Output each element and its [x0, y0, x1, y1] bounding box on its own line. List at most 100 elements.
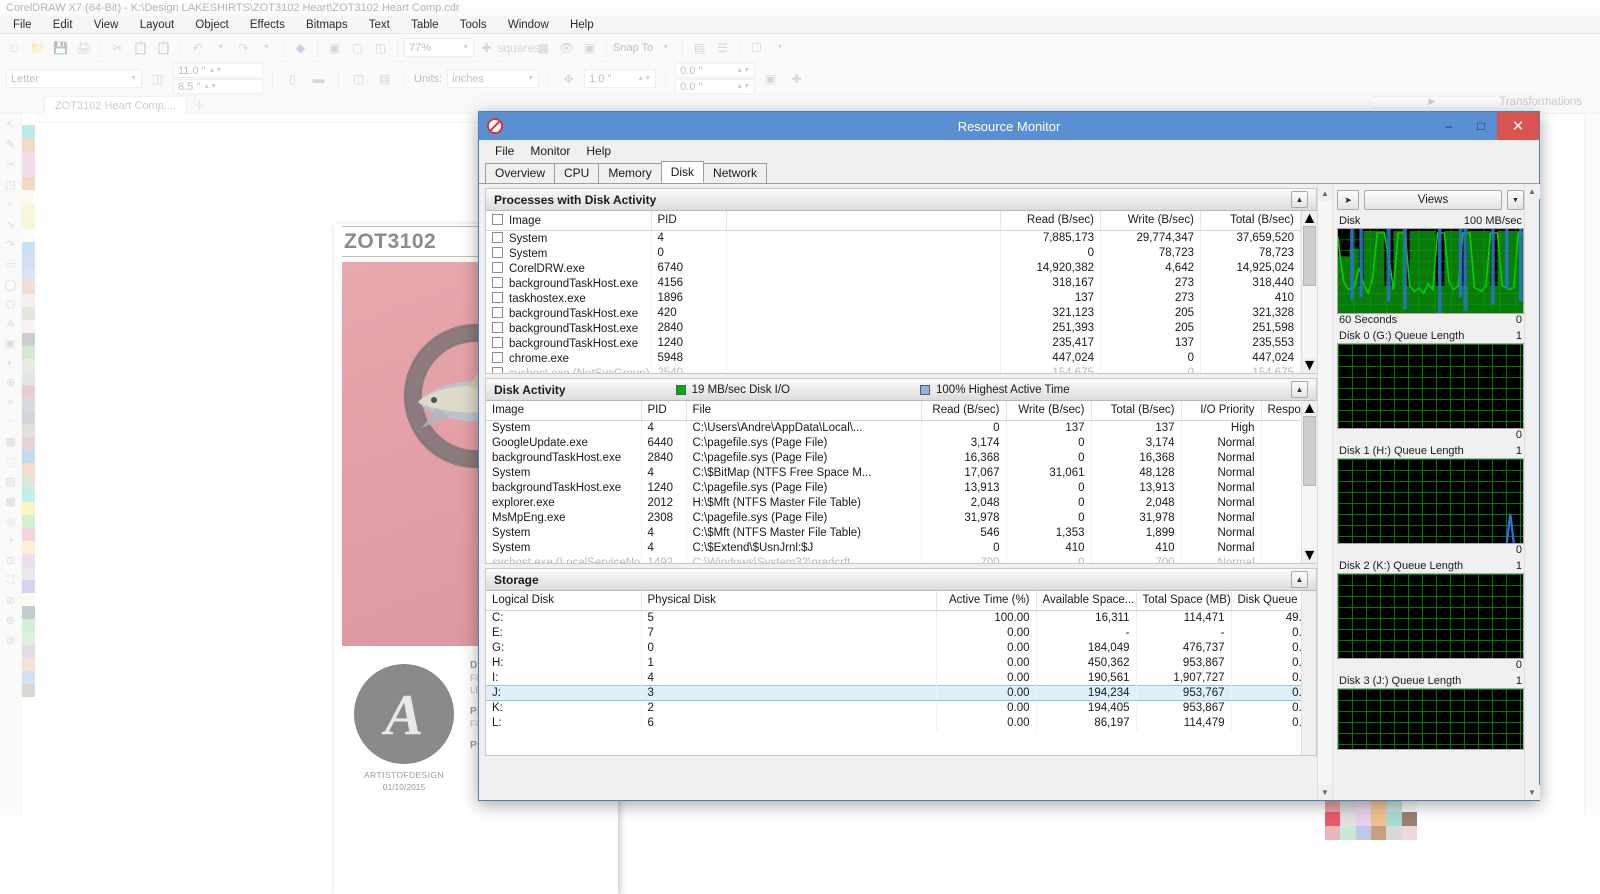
toolbox-tool-icon[interactable]: ⛶ — [7, 574, 15, 587]
status-color-swatch[interactable] — [1402, 826, 1417, 840]
palette-swatch[interactable] — [22, 164, 35, 177]
palette-swatch[interactable] — [22, 385, 35, 398]
menu-tools[interactable]: Tools — [451, 16, 496, 34]
toolbox-tool-icon[interactable]: ⬚ — [5, 455, 15, 468]
palette-swatch[interactable] — [22, 567, 35, 580]
palette-swatch[interactable] — [22, 424, 35, 437]
views-button[interactable]: Views — [1364, 190, 1502, 210]
table-row[interactable]: svchost.exe (LocalServiceNoNet1492C:\Win… — [486, 556, 1301, 564]
toolbox-tool-icon[interactable]: ✎ — [6, 138, 15, 151]
palette-swatch[interactable] — [22, 541, 35, 554]
collapse-chevron-icon[interactable]: ▲ — [1291, 191, 1308, 208]
table-row[interactable]: System4C:\Users\Andre\AppData\Local\...0… — [486, 421, 1301, 436]
table-row[interactable]: svchost.exe (NetSvcGroup)2540154,6750154… — [486, 366, 1301, 374]
toolbox-tool-icon[interactable]: ⊛ — [6, 614, 15, 627]
menu-table[interactable]: Table — [402, 16, 448, 34]
col-write[interactable]: Write (B/sec) — [1006, 401, 1091, 420]
toolbox-tool-icon[interactable]: ∿ — [6, 218, 15, 231]
tab-overview[interactable]: Overview — [485, 163, 555, 183]
page-size-combo[interactable]: Letter ▼ — [6, 69, 142, 88]
collapse-chevron-icon[interactable]: ▲ — [1291, 381, 1308, 398]
toolbox-tool-icon[interactable]: ↷ — [6, 238, 15, 251]
col-image[interactable]: Image — [486, 401, 641, 420]
palette-swatch[interactable] — [22, 515, 35, 528]
palette-swatch[interactable] — [22, 463, 35, 476]
palette-swatch[interactable] — [22, 294, 35, 307]
processes-vertical-scrollbar[interactable]: ▲ ▼ — [1301, 211, 1316, 373]
storage-panel-header[interactable]: Storage ▲ — [486, 569, 1316, 591]
storage-grid[interactable]: Logical Disk Physical Disk Active Time (… — [486, 591, 1316, 755]
palette-swatch[interactable] — [22, 372, 35, 385]
processes-grid[interactable]: Image PID Read (B/sec) Write (B/sec) Tot… — [486, 211, 1316, 373]
new-icon[interactable]: □ — [4, 37, 25, 58]
snap-to-dropdown-icon[interactable]: ▼ — [655, 37, 676, 58]
duplicate-y-field[interactable]: 0.0 " ▲▼ — [675, 79, 755, 94]
page-width-field[interactable]: 11.0 " ▲▼ — [173, 63, 263, 78]
col-file[interactable]: File — [686, 401, 921, 420]
toolbox-tool-icon[interactable]: ⊙ — [6, 554, 15, 567]
scroll-down-arrow-icon[interactable]: ▼ — [1525, 785, 1540, 800]
tab-disk[interactable]: Disk — [661, 161, 704, 183]
options-dialog-icon[interactable]: ▤ — [689, 37, 710, 58]
status-color-swatch[interactable] — [1325, 826, 1340, 840]
table-row[interactable]: backgroundTaskHost.exe1240C:\pagefile.sy… — [486, 481, 1301, 496]
docker-tab[interactable]: Transformations — [1374, 92, 1582, 111]
table-row[interactable]: J:30.00194,234953,7670.00 — [486, 686, 1301, 701]
col-io-priority[interactable]: I/O Priority — [1181, 401, 1261, 420]
cut-icon[interactable]: ✂ — [107, 37, 128, 58]
disk-activity-panel-header[interactable]: Disk Activity 19 MB/sec Disk I/O 100% Hi… — [486, 379, 1316, 401]
document-tab[interactable]: ZOT3102 Heart Comp.... — [44, 96, 187, 114]
add-page-icon[interactable]: ✚ — [786, 68, 807, 89]
row-checkbox[interactable] — [492, 247, 503, 258]
table-row[interactable]: L:60.0086,197114,4790.00 — [486, 716, 1301, 731]
col-total-space[interactable]: Total Space (MB) — [1136, 591, 1231, 610]
toolbox-tool-icon[interactable]: ┄ — [7, 415, 14, 428]
guidelines-icon[interactable]: ▣ — [579, 37, 600, 58]
collapse-graphs-button[interactable]: ➤ — [1337, 190, 1359, 210]
palette-swatch[interactable] — [22, 216, 35, 229]
scroll-track[interactable] — [1302, 416, 1317, 548]
palette-swatch[interactable] — [22, 450, 35, 463]
palette-swatch[interactable] — [22, 671, 35, 684]
palette-swatch[interactable] — [22, 593, 35, 606]
status-color-swatch[interactable] — [1325, 812, 1340, 826]
menu-text[interactable]: Text — [360, 16, 399, 34]
table-row[interactable]: backgroundTaskHost.exe4156318,167273318,… — [486, 276, 1301, 291]
palette-swatch[interactable] — [22, 333, 35, 346]
toolbox-tool-icon[interactable]: ◳ — [5, 178, 15, 191]
toolbox-tool-icon[interactable]: » — [7, 396, 13, 408]
processes-panel-header[interactable]: Processes with Disk Activity ▲ — [486, 189, 1316, 211]
toolbox-tool-icon[interactable]: ▦ — [5, 435, 15, 448]
table-row[interactable]: G:00.00184,049476,7370.00 — [486, 641, 1301, 656]
resource-monitor-tabs[interactable]: Overview CPU Memory Disk Network — [479, 162, 1539, 184]
table-row[interactable]: GoogleUpdate.exe6440C:\pagefile.sys (Pag… — [486, 436, 1301, 451]
table-row[interactable]: backgroundTaskHost.exe2840251,393205251,… — [486, 321, 1301, 336]
palette-swatch[interactable] — [22, 398, 35, 411]
canvas-vertical-scrollbar[interactable] — [1584, 112, 1600, 815]
menu-help[interactable]: Help — [561, 16, 603, 34]
spinner-icon[interactable]: ▲▼ — [736, 68, 750, 73]
views-dropdown-icon[interactable]: ▼ — [1507, 190, 1524, 210]
show-hide-icon[interactable]: 👁 — [556, 37, 577, 58]
redo-icon[interactable]: ↷ — [233, 37, 254, 58]
palette-swatch[interactable] — [22, 502, 35, 515]
tab-network[interactable]: Network — [703, 163, 767, 183]
palette-swatch[interactable] — [22, 658, 35, 671]
palette-swatch[interactable] — [22, 190, 35, 203]
scroll-thumb[interactable] — [1303, 416, 1316, 486]
disk-activity-grid-body[interactable]: System4C:\Users\Andre\AppData\Local\...0… — [486, 421, 1301, 564]
toolbox-tool-icon[interactable]: ⊕ — [6, 376, 15, 389]
scroll-up-arrow-icon[interactable]: ▲ — [1525, 184, 1540, 199]
menu-help[interactable]: Help — [578, 144, 619, 158]
palette-swatch[interactable] — [22, 346, 35, 359]
palette-swatch[interactable] — [22, 112, 35, 125]
row-checkbox[interactable] — [492, 292, 503, 303]
table-row[interactable]: System4C:\$Extend\$UsnJrnl:$J0410410Norm… — [486, 541, 1301, 556]
copy-icon[interactable]: 📋 — [130, 37, 151, 58]
scroll-up-arrow-icon[interactable]: ▲ — [1318, 186, 1333, 201]
portrait-icon[interactable]: ▯ — [282, 68, 303, 89]
toolbox-tool-icon[interactable]: ✂ — [6, 158, 15, 171]
toolbox-tool-icon[interactable]: ◎ — [6, 515, 16, 528]
menu-bitmaps[interactable]: Bitmaps — [297, 16, 357, 34]
table-row[interactable]: backgroundTaskHost.exe420321,123205321,3… — [486, 306, 1301, 321]
